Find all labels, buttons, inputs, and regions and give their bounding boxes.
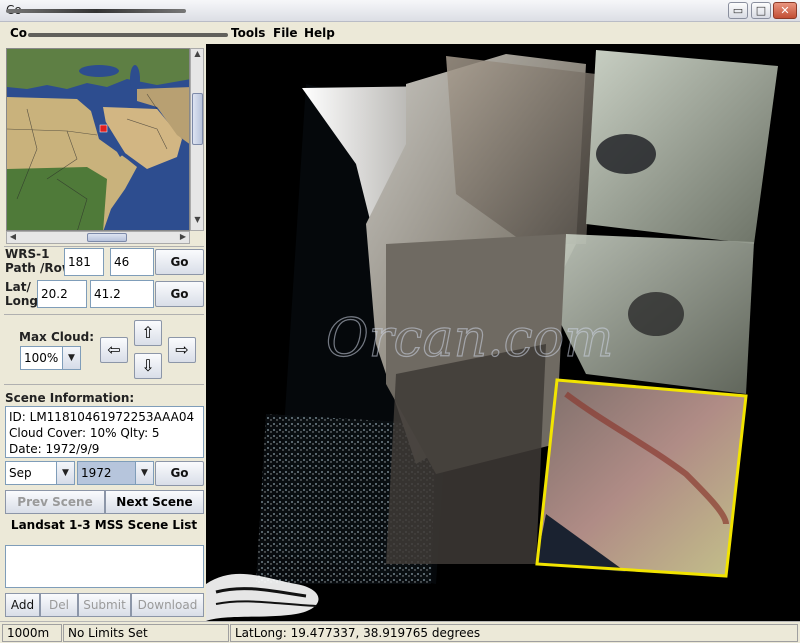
status-bar: 1000m No Limits Set LatLong: 19.477337, … — [0, 621, 800, 643]
overview-map[interactable] — [6, 48, 190, 231]
menu-tools[interactable]: Tools — [231, 26, 265, 40]
pan-east-button[interactable]: ⇨ — [168, 337, 196, 363]
overview-horizontal-scrollbar[interactable]: ◀ ▶ — [6, 231, 190, 244]
limits-indicator: No Limits Set — [63, 624, 229, 642]
pan-west-button[interactable]: ⇦ — [100, 337, 128, 363]
chevron-down-icon[interactable]: ▼ — [62, 347, 80, 369]
title-bar: Co ▭ □ ✕ — [0, 0, 800, 22]
path-input[interactable]: 181 — [64, 248, 104, 276]
menu-help[interactable]: Help — [304, 26, 335, 40]
pan-south-button[interactable]: ⇩ — [134, 353, 162, 379]
satellite-map-view[interactable]: Orcan.com — [206, 44, 800, 621]
minimize-button[interactable]: ▭ — [728, 2, 748, 19]
scene-list-title: Landsat 1-3 MSS Scene List — [10, 518, 198, 532]
chevron-down-icon[interactable]: ▼ — [56, 462, 74, 484]
max-cloud-label: Max Cloud: — [19, 330, 95, 344]
svg-text:Orcan.com: Orcan.com — [326, 309, 613, 369]
delete-button[interactable]: Del — [40, 593, 78, 617]
control-panel: ▲ ▼ ◀ ▶ WRS-1 Path /Row: 181 46 Go Lat/ … — [0, 44, 206, 643]
add-button[interactable]: Add — [5, 593, 40, 617]
arrow-right-icon: ⇨ — [175, 340, 189, 359]
row-input[interactable]: 46 — [110, 248, 154, 276]
maximize-button[interactable]: □ — [751, 2, 771, 19]
scene-info-box: ID: LM11810461972253AAA04 Cloud Cover: 1… — [5, 406, 204, 458]
divider — [4, 384, 204, 385]
month-select[interactable]: Sep ▼ — [5, 461, 75, 485]
submit-button[interactable]: Submit — [78, 593, 131, 617]
close-button[interactable]: ✕ — [773, 2, 797, 19]
scene-info-label: Scene Information: — [5, 391, 135, 405]
scroll-left-icon[interactable]: ◀ — [7, 232, 19, 243]
scene-date: Date: 1972/9/9 — [9, 442, 100, 456]
scene-list[interactable] — [5, 545, 204, 588]
vertical-scroll-thumb[interactable] — [192, 93, 203, 145]
divider — [4, 314, 204, 315]
download-button[interactable]: Download — [131, 593, 204, 617]
scene-cloud-quality: Cloud Cover: 10% Qlty: 5 — [9, 426, 160, 440]
year-select[interactable]: 1972 ▼ — [77, 461, 154, 485]
next-scene-button[interactable]: Next Scene — [105, 490, 204, 514]
coordinates-readout: LatLong: 19.477337, 38.919765 degrees — [230, 624, 798, 642]
chevron-down-icon[interactable]: ▼ — [135, 462, 153, 484]
arrow-up-icon: ⇧ — [141, 323, 155, 342]
latlong-go-button[interactable]: Go — [155, 281, 204, 307]
pan-north-button[interactable]: ⇧ — [134, 320, 162, 346]
menu-bar: Co Tools File Help — [0, 22, 800, 44]
arrow-down-icon: ⇩ — [141, 356, 155, 375]
latitude-input[interactable]: 20.2 — [37, 280, 87, 308]
month-value: Sep — [9, 466, 32, 480]
scroll-right-icon[interactable]: ▶ — [177, 232, 189, 243]
horizontal-scroll-thumb[interactable] — [87, 233, 127, 242]
scroll-down-icon[interactable]: ▼ — [192, 215, 203, 229]
prev-scene-button[interactable]: Prev Scene — [5, 490, 105, 514]
year-value: 1972 — [81, 466, 112, 480]
scale-indicator: 1000m — [2, 624, 62, 642]
date-go-button[interactable]: Go — [155, 461, 204, 486]
longitude-input[interactable]: 41.2 — [90, 280, 154, 308]
scroll-up-icon[interactable]: ▲ — [192, 49, 203, 63]
menu-redaction — [28, 33, 228, 37]
overview-vertical-scrollbar[interactable]: ▲ ▼ — [190, 48, 204, 231]
max-cloud-value: 100% — [24, 351, 59, 365]
menu-file[interactable]: File — [273, 26, 298, 40]
max-cloud-select[interactable]: 100% ▼ — [20, 346, 81, 370]
title-redaction — [6, 9, 186, 13]
scene-id: ID: LM11810461972253AAA04 — [9, 410, 195, 424]
menu-app[interactable]: Co — [10, 26, 27, 40]
arrow-left-icon: ⇦ — [107, 340, 121, 359]
wrs-go-button[interactable]: Go — [155, 249, 204, 275]
